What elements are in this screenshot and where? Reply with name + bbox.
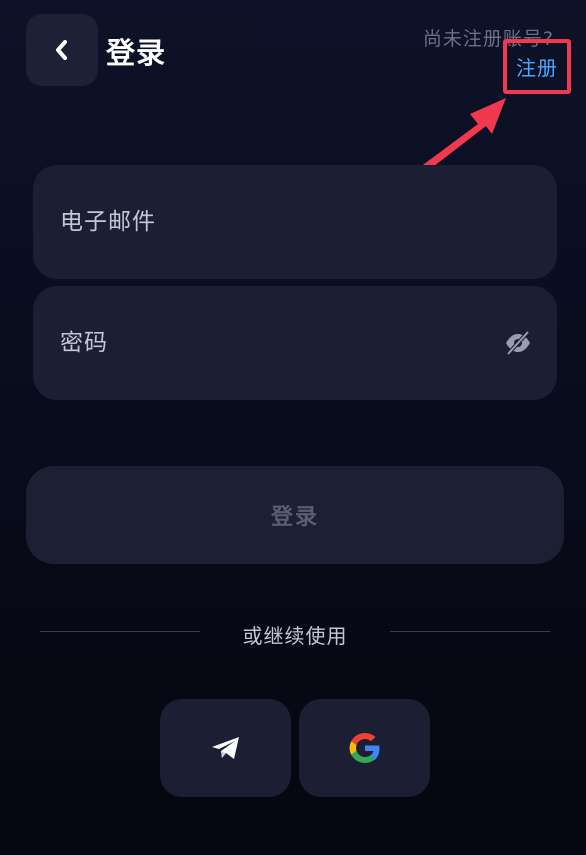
divider-text: 或继续使用 xyxy=(242,624,348,648)
google-login-button[interactable] xyxy=(299,699,430,797)
chevron-left-icon xyxy=(56,40,67,60)
login-button[interactable]: 登录 xyxy=(26,466,564,564)
password-visibility-toggle[interactable] xyxy=(501,326,535,360)
google-icon xyxy=(349,733,379,763)
email-input[interactable] xyxy=(60,209,480,235)
eye-off-icon xyxy=(506,330,530,356)
telegram-login-button[interactable] xyxy=(160,699,291,797)
telegram-icon xyxy=(211,737,239,759)
divider-line-left xyxy=(40,631,200,632)
email-field[interactable] xyxy=(33,165,557,279)
page-title: 登录 xyxy=(106,36,167,70)
divider-line-right xyxy=(390,631,550,632)
back-button[interactable] xyxy=(26,14,98,86)
password-input[interactable] xyxy=(60,330,480,356)
password-field[interactable] xyxy=(33,286,557,400)
